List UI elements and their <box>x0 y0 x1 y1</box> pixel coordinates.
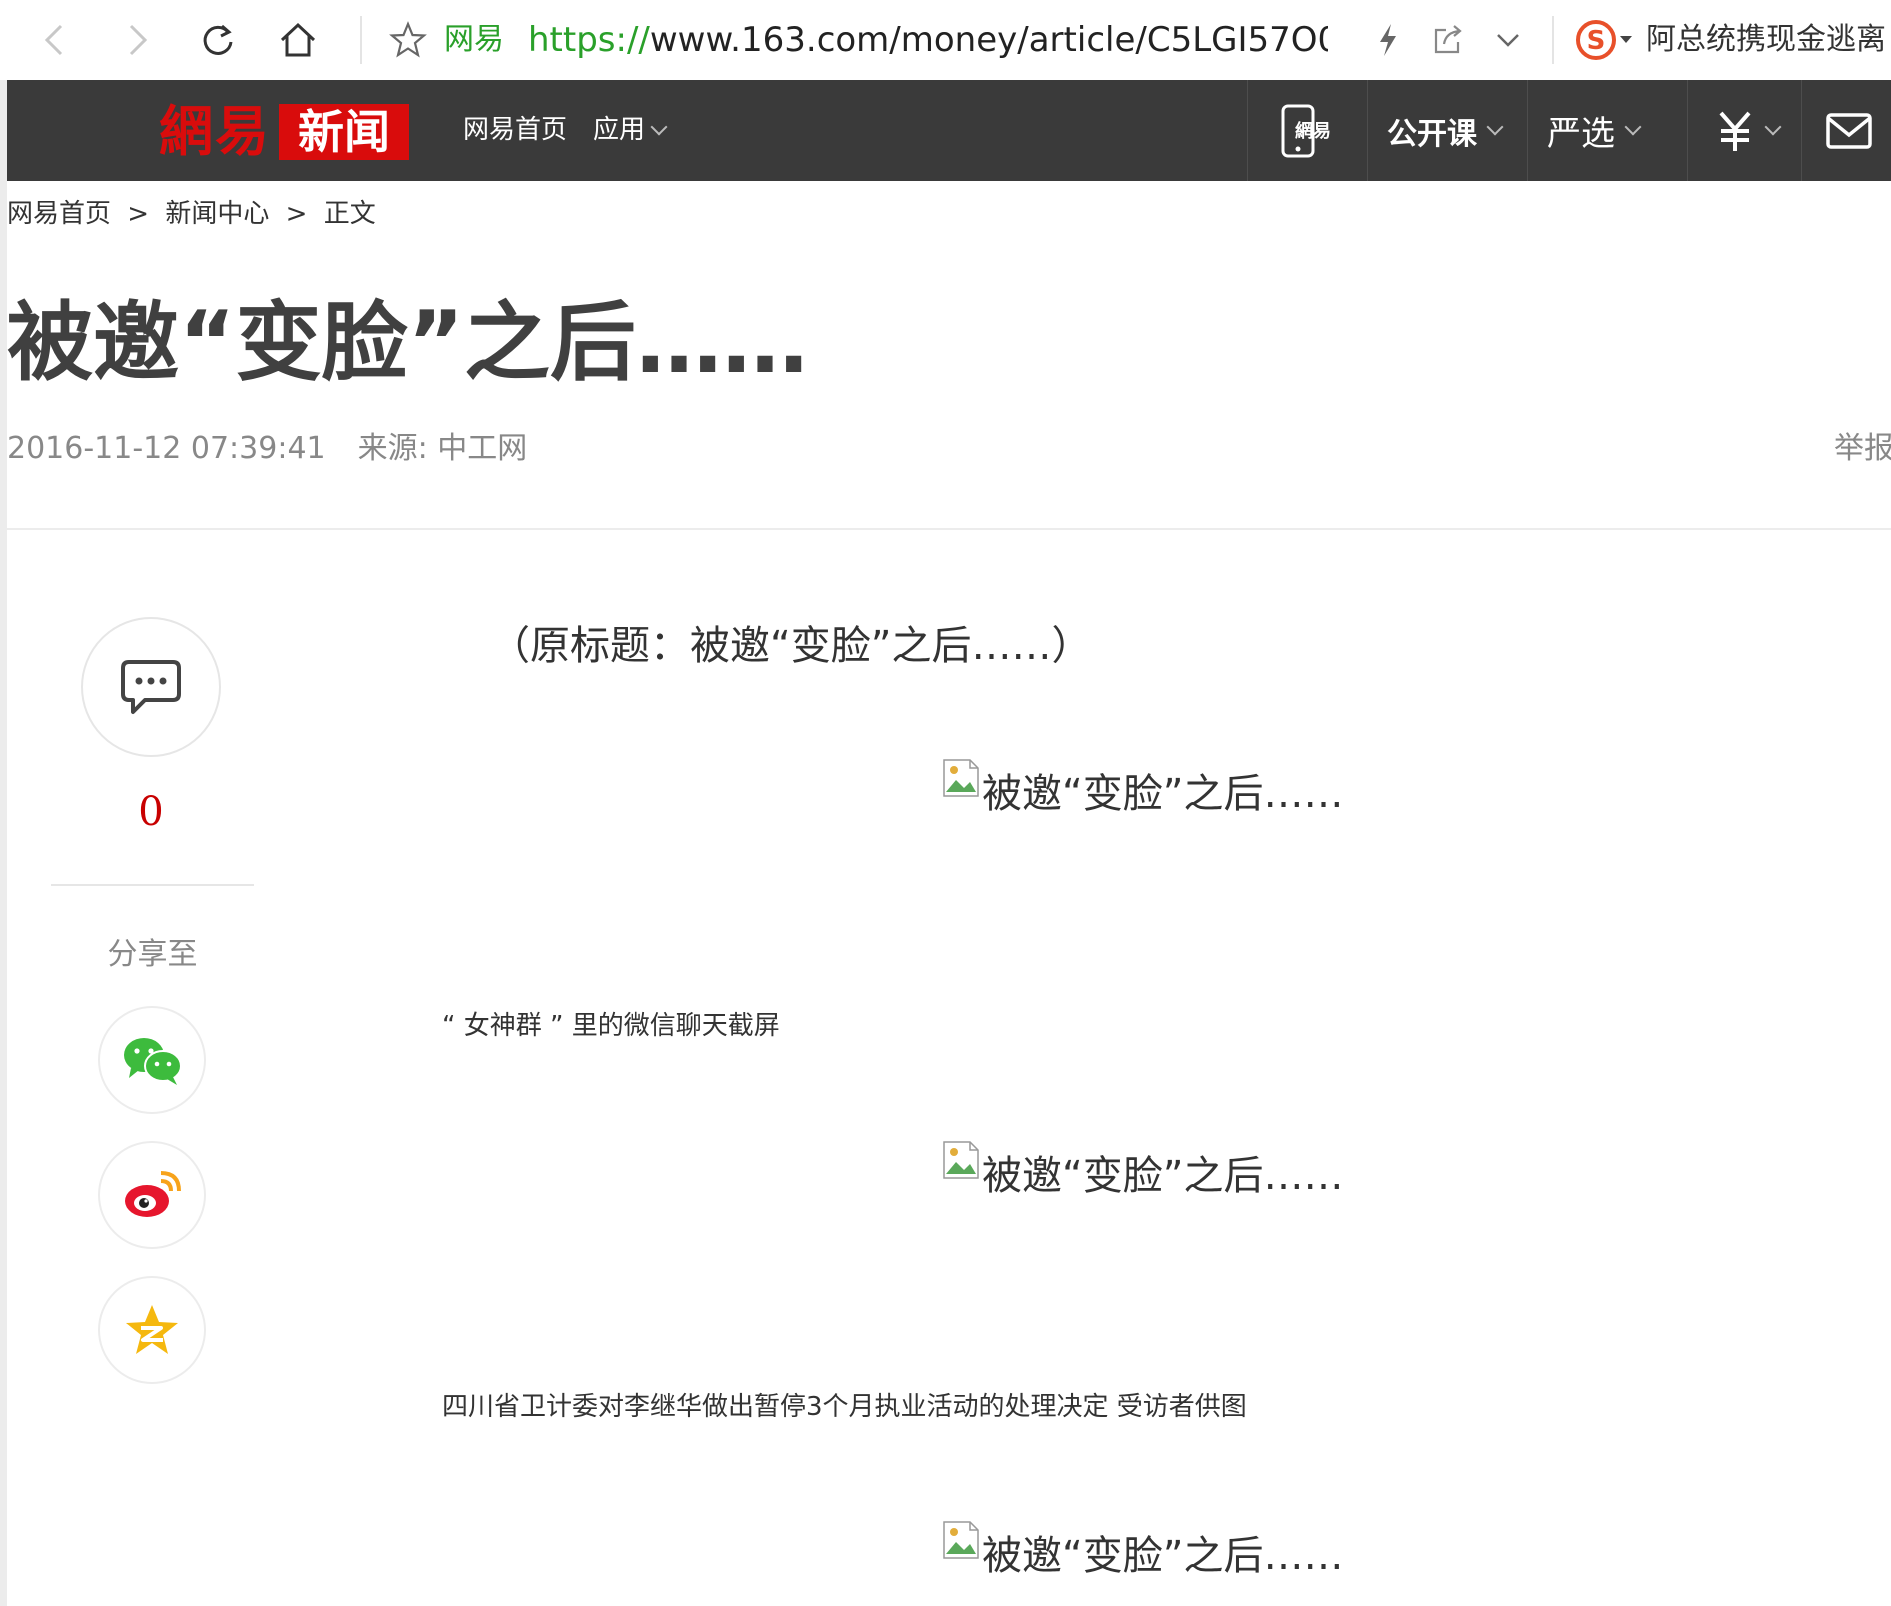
nav-apps-label: 应用 <box>593 115 646 145</box>
chevron-down-icon <box>1486 118 1504 135</box>
mail-menu[interactable] <box>1825 80 1873 181</box>
broken-image-icon <box>943 1521 979 1559</box>
home-button[interactable] <box>270 12 326 68</box>
home-icon <box>280 22 316 57</box>
caret-down-icon[interactable] <box>1620 36 1632 43</box>
mobile-phone-icon: 網易 <box>1281 104 1331 157</box>
site-tag: 网易 <box>444 22 504 57</box>
comment-bubble-icon <box>121 660 181 714</box>
article-datetime: 2016-11-12 07:39:41 <box>7 431 326 466</box>
header-divider <box>1247 80 1248 181</box>
toolbar-divider <box>1552 16 1554 64</box>
open-course-label: 公开课 <box>1387 116 1477 152</box>
image-caption: 四川省卫计委对李继华做出暂停3个月执业活动的处理决定 受访者供图 <box>442 1392 1247 1422</box>
nav-apps-menu[interactable]: 应用 <box>593 110 668 150</box>
header-divider <box>1687 80 1688 181</box>
yanxuan-label: 严选 <box>1547 114 1615 154</box>
svg-text:S: S <box>1587 26 1606 56</box>
mail-icon <box>1826 112 1872 149</box>
breadcrumb-news-center[interactable]: 新闻中心 <box>165 199 269 229</box>
breadcrumb-home[interactable]: 网易首页 <box>7 199 111 229</box>
search-suggestion[interactable]: 阿总统携现金逃离 <box>1646 18 1886 62</box>
article-source[interactable]: 来源: 中工网 <box>358 431 528 466</box>
tools-divider <box>51 884 254 886</box>
breadcrumb-separator: > <box>285 199 308 229</box>
broken-image-icon <box>943 1141 979 1179</box>
wechat-icon <box>124 1038 182 1085</box>
chevron-left-icon <box>44 24 63 56</box>
toolbar-divider <box>360 16 362 64</box>
qzone-star-icon <box>126 1305 178 1354</box>
header-divider <box>1367 80 1368 181</box>
share-wechat-button[interactable] <box>98 1006 206 1114</box>
bookmark-star-icon[interactable] <box>388 20 428 60</box>
yuan-icon <box>1719 111 1751 151</box>
article-meta: 2016-11-12 07:39:41 来源: 中工网 <box>7 428 527 470</box>
chevron-right-icon <box>129 24 148 56</box>
chevron-down-icon[interactable] <box>1488 20 1528 60</box>
nav-home-link[interactable]: 网易首页 <box>463 110 567 150</box>
article-title: 被邀“变脸”之后…… <box>7 293 809 393</box>
share-qzone-button[interactable] <box>98 1276 206 1384</box>
comment-button[interactable] <box>81 617 221 757</box>
weibo-icon <box>125 1171 181 1217</box>
logo-channel[interactable]: 新闻 <box>279 104 409 160</box>
yanxuan-menu[interactable]: 严选 <box>1547 80 1642 181</box>
chevron-down-icon <box>1764 118 1782 135</box>
meta-divider <box>7 528 1891 530</box>
breadcrumb: 网易首页 > 新闻中心 > 正文 <box>7 194 384 234</box>
sogou-search-icon[interactable]: S <box>1574 18 1618 62</box>
image-alt-text: 被邀“变脸”之后…… <box>982 1153 1344 1199</box>
back-button[interactable] <box>28 12 84 68</box>
comment-count[interactable]: 0 <box>81 784 221 840</box>
image-caption: “ 女神群 ” 里的微信聊天截屏 <box>442 1011 780 1041</box>
broken-image-icon <box>943 759 979 797</box>
url-protocol: https:// <box>528 20 650 60</box>
article-image: 被邀“变脸”之后…… <box>942 1140 1343 1199</box>
report-link[interactable]: 举报 <box>1834 428 1891 470</box>
finance-menu[interactable] <box>1715 80 1782 181</box>
chevron-down-icon <box>1624 118 1642 135</box>
url-text: www.163.com/money/article/C5LGI57O002580 <box>649 20 1328 60</box>
page-left-edge <box>0 80 7 1606</box>
forward-button[interactable] <box>108 12 164 68</box>
mobile-app-button[interactable]: 網易 <box>1279 80 1337 181</box>
share-label: 分享至 <box>107 937 198 972</box>
header-divider <box>1801 80 1802 181</box>
browser-toolbar: 网易 https://www.163.com/money/article/C5L… <box>0 0 1891 80</box>
reload-button[interactable] <box>190 12 246 68</box>
address-bar[interactable]: https://www.163.com/money/article/C5LGI5… <box>528 18 1328 62</box>
share-weibo-button[interactable] <box>98 1141 206 1249</box>
image-alt-text: 被邀“变脸”之后…… <box>982 1533 1344 1579</box>
open-course-menu[interactable]: 公开课 <box>1387 80 1504 181</box>
site-header: 網易 新闻 网易首页 应用 網易 公开课 严选 <box>7 80 1891 181</box>
svg-text:網易: 網易 <box>1295 120 1331 142</box>
article-image: 被邀“变脸”之后…… <box>942 1520 1343 1579</box>
chevron-down-icon <box>650 118 668 136</box>
image-alt-text: 被邀“变脸”之后…… <box>982 771 1344 817</box>
logo-brand[interactable]: 網易 <box>159 100 271 162</box>
reload-icon <box>203 24 233 55</box>
breadcrumb-separator: > <box>127 199 150 229</box>
original-title: （原标题：被邀“变脸”之后……） <box>490 623 1092 669</box>
lightning-icon[interactable] <box>1368 20 1408 60</box>
article-image: 被邀“变脸”之后…… <box>942 758 1343 817</box>
header-divider <box>1527 80 1528 181</box>
breadcrumb-current: 正文 <box>323 199 376 229</box>
share-page-icon[interactable] <box>1428 20 1468 60</box>
